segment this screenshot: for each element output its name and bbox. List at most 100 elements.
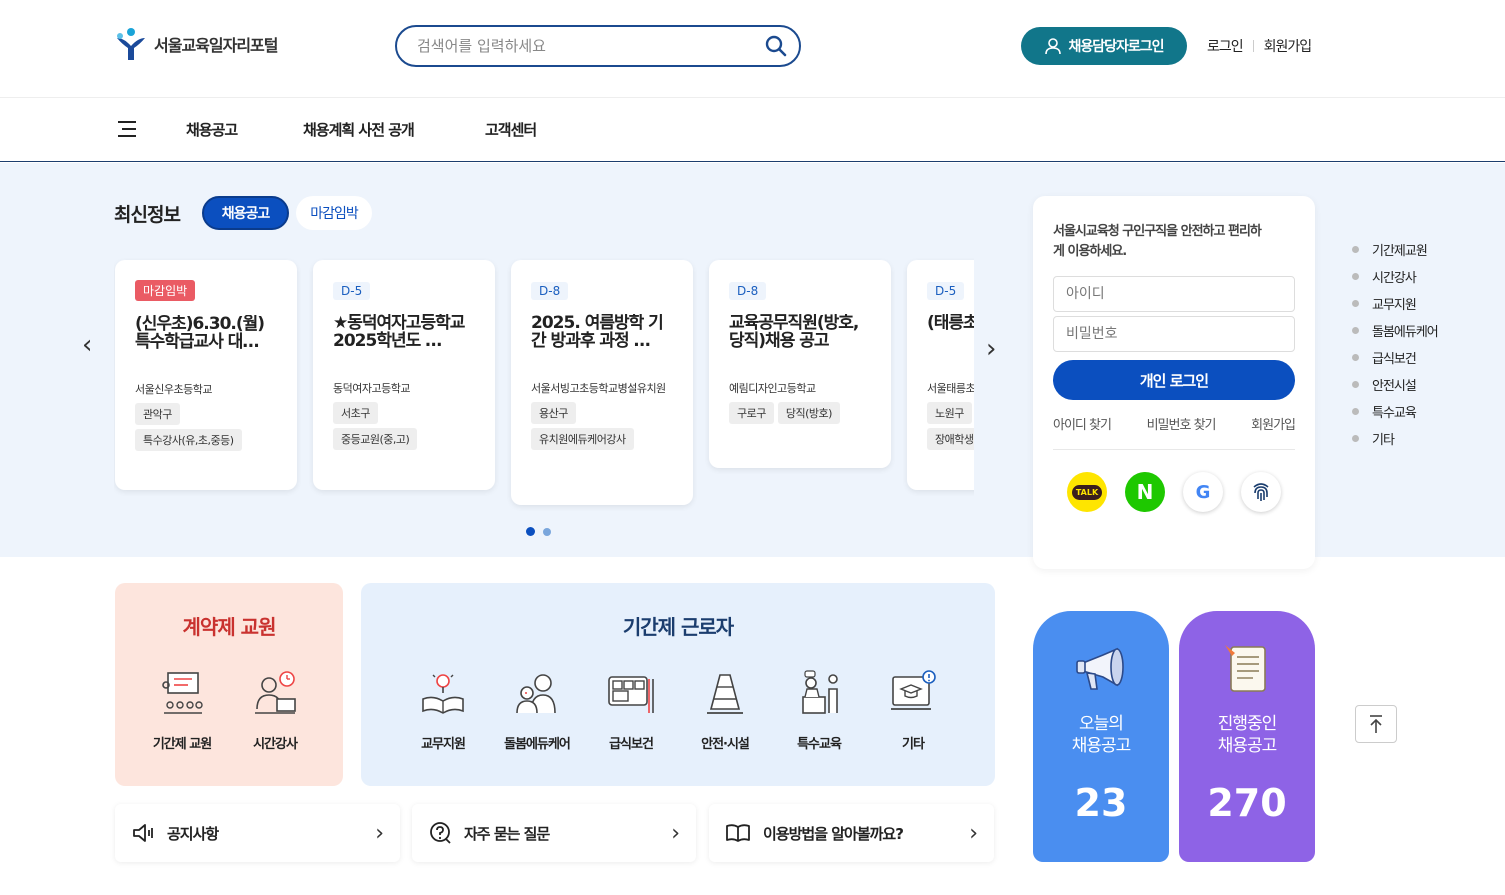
scroll-to-top-button[interactable] [1355,705,1397,743]
job-title: 교육공무직원(방호,당직)채용 공고 [729,314,859,351]
carousel-dot[interactable] [543,528,551,536]
category-label: 시간강사 [253,737,298,752]
speaker-icon [133,824,153,842]
job-card[interactable]: D-5 (태릉초 대상학 서울태릉초 노원구 장애학생 [907,260,974,490]
ongoing-postings-card[interactable]: 진행중인 채용공고 270 [1179,611,1315,862]
ongoing-postings-label: 진행중인 채용공고 [1217,714,1278,756]
login-links: 아이디 찾기 비밀번호 찾기 회원가입 [1053,414,1296,450]
carousel-prev-icon[interactable]: ‹ [82,330,92,360]
side-item-label: 급식보건 [1372,352,1417,367]
side-item-admin[interactable]: 교무지원 [1352,290,1438,317]
google-login-icon[interactable]: G [1183,472,1223,512]
category-safety[interactable]: 안전·시설 [685,669,765,752]
chevron-right-icon: › [671,820,680,846]
side-item-label: 안전시설 [1372,379,1417,394]
region-tag: 서초구 [333,402,378,424]
naver-login-icon[interactable]: N [1125,472,1165,512]
faq-link[interactable]: 자주 묻는 질문 › [412,804,696,862]
tab-job-postings[interactable]: 채용공고 [202,196,289,230]
job-carousel: 마감임박 (신우초)6.30.(월) 특수학급교사 대… 서울신우초등학교 관악… [114,258,974,518]
personal-login-button[interactable]: 개인 로그인 [1053,360,1295,400]
category-meal-health[interactable]: 급식보건 [591,669,671,752]
nav-item-support[interactable]: 고객센터 [485,119,537,140]
notice-link[interactable]: 공지사항 › [115,804,400,862]
signup-link[interactable]: 회원가입 [1264,36,1313,56]
signup-link[interactable]: 회원가입 [1251,414,1296,433]
chevron-right-icon: › [969,820,978,846]
category-term-teacher[interactable]: 기간제 교원 [142,669,222,752]
region-tag: 용산구 [531,402,576,424]
find-password-link[interactable]: 비밀번호 찾기 [1147,414,1217,433]
bullet [1352,435,1359,442]
password-field[interactable] [1053,316,1295,352]
job-title: 2025. 여름방학 기간 방과후 과정 … [531,314,664,351]
side-item-care[interactable]: 돌봄에듀케어 [1352,317,1439,344]
side-item-term-teacher[interactable]: 기간제교원 [1352,236,1438,263]
find-id-link[interactable]: 아이디 찾기 [1053,414,1112,433]
section-title: 기간제 근로자 [622,615,734,639]
login-box: 서울시교육청 구인구직을 안전하고 편리하게 이용하세요. 개인 로그인 아이디… [1033,196,1315,569]
today-postings-card[interactable]: 오늘의 채용공고 23 [1033,611,1169,862]
school-name: 서울신우초등학교 [135,383,212,396]
login-link[interactable]: 로그인 [1207,36,1244,56]
job-title: (태릉초 대상학 [927,314,974,333]
site-logo[interactable]: 서울교육일자리포털 [114,26,278,62]
job-card[interactable]: 마감임박 (신우초)6.30.(월) 특수학급교사 대… 서울신우초등학교 관악… [115,260,297,490]
kakao-label: TALK [1071,484,1103,500]
side-item-label: 기간제교원 [1372,244,1428,259]
kakao-login-icon[interactable]: TALK [1067,472,1107,512]
question-chat-icon [430,822,451,844]
traffic-cone-icon [707,674,743,714]
side-item-label: 돌봄에듀케어 [1372,325,1439,340]
fingerprint-icon [1253,483,1269,501]
fingerprint-login-icon[interactable] [1241,472,1281,512]
job-title: (신우초)6.30.(월) 특수학급교사 대… [135,315,265,352]
job-type-tag: 중등교원(중,고) [333,428,418,450]
carousel-dot-active[interactable] [526,527,535,536]
region-tag: 노원구 [927,402,972,424]
search-bar[interactable] [395,25,801,67]
user-icon [1045,38,1062,55]
category-special-ed[interactable]: 특수교육 [779,669,859,752]
side-item-special[interactable]: 특수교육 [1352,398,1438,425]
job-type-tag: 당직(방호) [777,402,840,424]
id-field[interactable] [1053,276,1295,312]
nav-item-jobs[interactable]: 채용공고 [186,119,238,140]
classroom-icon [162,672,203,714]
carousel-next-icon[interactable]: › [986,334,996,364]
logo-icon [117,28,145,60]
category-care[interactable]: 돌봄에듀케어 [497,669,577,752]
job-type-tag: 유치원에듀케어강사 [531,428,634,450]
search-input[interactable] [417,37,765,55]
nav-item-hiring-plan[interactable]: 채용계획 사전 공개 [303,119,415,140]
side-item-safety[interactable]: 안전시설 [1352,371,1438,398]
job-card[interactable]: D-8 2025. 여름방학 기간 방과후 과정 … 서울서빙고초등학교병설유치… [511,260,693,505]
category-label: 교무지원 [421,737,466,752]
category-label: 특수교육 [797,737,842,752]
megaphone-icon [1076,647,1124,690]
school-name: 동덕여자고등학교 [333,382,410,395]
search-icon[interactable] [765,35,787,57]
today-postings-label: 오늘의 채용공고 [1071,714,1132,756]
side-item-label: 기타 [1372,433,1395,448]
login-message: 서울시교육청 구인구직을 안전하고 편리하게 이용하세요. [1053,224,1262,259]
guide-link[interactable]: 이용방법을 알아볼까요? › [709,804,994,862]
category-lecturer[interactable]: 시간강사 [235,669,315,752]
graduation-monitor-icon [891,670,936,710]
side-item-etc[interactable]: 기타 [1352,425,1438,452]
region-tag: 구로구 [729,402,774,424]
job-card[interactable]: D-8 교육공무직원(방호,당직)채용 공고 예림디자인고등학교 구로구 당직(방… [709,260,891,468]
hamburger-menu-icon[interactable] [116,120,138,138]
document-icon [1225,645,1266,692]
side-item-meal[interactable]: 급식보건 [1352,344,1438,371]
job-type-tag: 특수강사(유,초,중등) [135,429,242,451]
category-admin-support[interactable]: 교무지원 [403,669,483,752]
tab-closing-soon[interactable]: 마감임박 [296,196,372,230]
school-name: 서울태릉초 [927,382,974,395]
meal-tray-icon [608,676,654,713]
category-label: 급식보건 [609,737,654,752]
category-etc[interactable]: 기타 [873,669,953,752]
job-card[interactable]: D-5 ★동덕여자고등학교 2025학년도 … 동덕여자고등학교 서초구 중등교… [313,260,495,490]
side-item-lecturer[interactable]: 시간강사 [1352,263,1438,290]
recruiter-login-button[interactable]: 채용담당자로그인 [1021,27,1187,65]
